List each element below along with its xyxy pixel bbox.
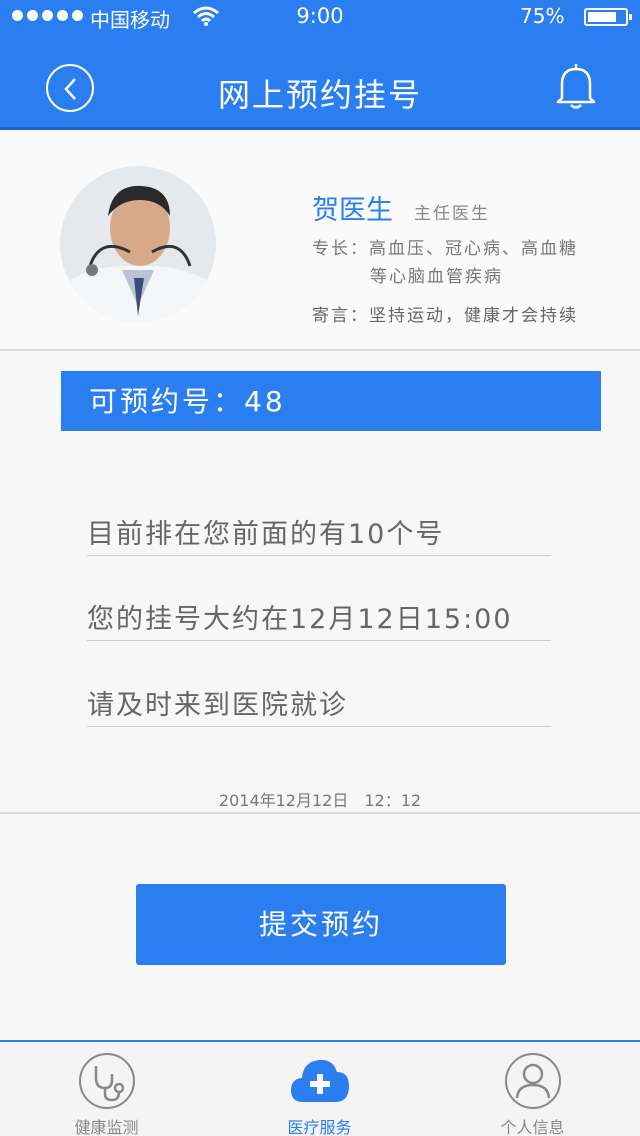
- tab-medical-services[interactable]: 医疗服务: [213, 1042, 426, 1136]
- available-slots-banner: 可预约号：48: [61, 371, 601, 431]
- battery-icon: [584, 8, 632, 26]
- doctor-specialty-line2: 等心脑血管疾病: [370, 267, 503, 287]
- doctor-specialty: 专长：高血压、冠心病、高血糖 等心脑血管疾病: [312, 235, 578, 291]
- doctor-title: 主任医生: [414, 204, 490, 224]
- current-timestamp: 2014年12月12日 12：12: [218, 791, 422, 810]
- page-title: 网上预约挂号: [217, 76, 422, 114]
- tab-health-monitoring[interactable]: 健康监测: [0, 1042, 213, 1136]
- section-divider: [0, 812, 640, 814]
- submit-appointment-button[interactable]: 提交预约: [136, 884, 506, 965]
- battery-percentage: 75%: [520, 4, 565, 28]
- notification-button[interactable]: [552, 60, 600, 112]
- queue-position-text: 目前排在您前面的有10个号: [87, 512, 551, 556]
- doctor-name: 贺医生: [312, 195, 393, 226]
- doctor-avatar: [60, 166, 216, 322]
- bottom-tab-bar: 健康监测 医疗服务 个人信息: [0, 1040, 640, 1136]
- status-bar: 中国移动 9:00 75%: [0, 0, 640, 34]
- doctor-motto: 寄言：坚持运动，健康才会持续: [312, 306, 578, 326]
- doctor-specialty-line1: 专长：高血压、冠心病、高血糖: [312, 239, 578, 259]
- bell-icon: [556, 64, 596, 109]
- tab-personal-info-label: 个人信息: [500, 1118, 565, 1136]
- doctor-card: 贺医生 主任医生 专长：高血压、冠心病、高血糖 等心脑血管疾病 寄言：坚持运动，…: [0, 133, 640, 351]
- cloud-plus-icon: [291, 1059, 349, 1102]
- tab-health-monitoring-label: 健康监测: [74, 1118, 139, 1136]
- tab-medical-services-label: 医疗服务: [287, 1118, 352, 1136]
- appointment-time-text: 您的挂号大约在12月12日15:00: [87, 597, 551, 641]
- stethoscope-icon: [79, 1053, 135, 1109]
- arrival-reminder-text: 请及时来到医院就诊: [87, 683, 551, 727]
- tab-personal-info[interactable]: 个人信息: [426, 1042, 639, 1136]
- app-header: 中国移动 9:00 75% 网上预约挂号: [0, 0, 640, 130]
- person-icon: [505, 1053, 561, 1109]
